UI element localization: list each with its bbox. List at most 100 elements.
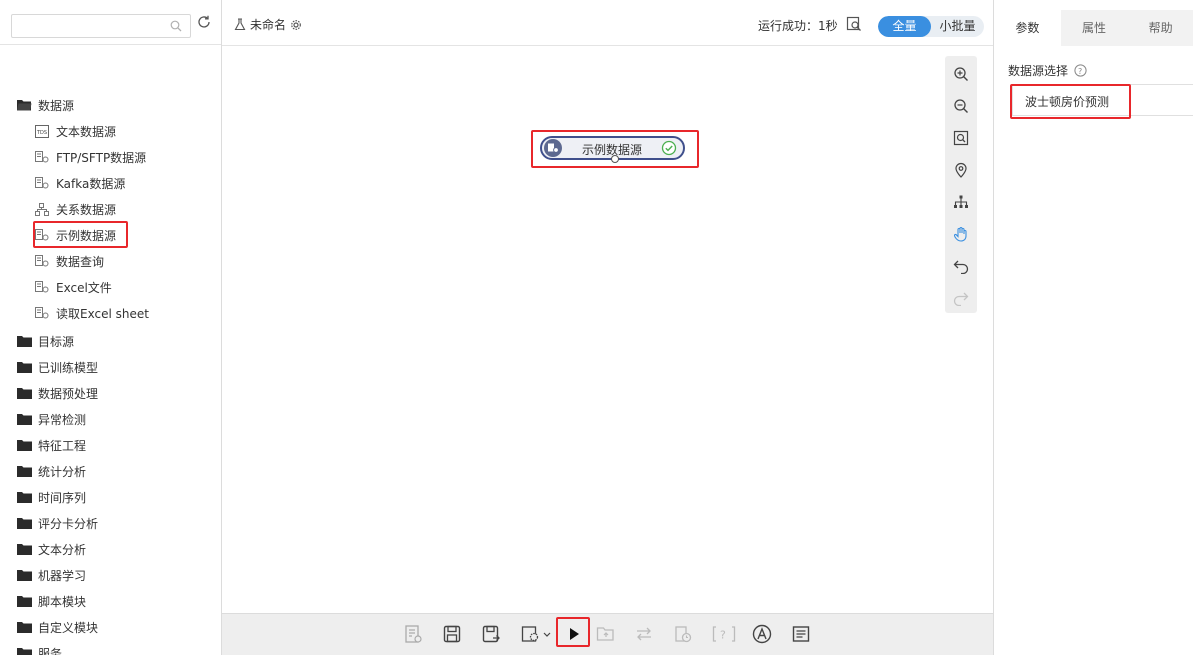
tree-category-custom-modules[interactable]: 自定义模块 <box>17 617 98 637</box>
run-status-text: 运行成功：1秒 <box>758 19 838 33</box>
annotation-circle-a-icon[interactable] <box>752 624 772 644</box>
tab-attributes[interactable]: 属性 <box>1061 10 1128 46</box>
tree-category-scorecard[interactable]: 评分卡分析 <box>17 513 98 533</box>
datasource-icon <box>35 176 49 188</box>
redo-icon[interactable] <box>953 290 969 306</box>
mode-full-button[interactable]: 全量 <box>878 16 931 37</box>
run-mode-toggle: 全量 小批量 <box>878 16 984 37</box>
tree-item-label: Excel文件 <box>56 280 112 295</box>
run-button-highlight <box>556 617 590 647</box>
tree-category-trained-models[interactable]: 已训练模型 <box>17 357 98 377</box>
flask-icon <box>234 18 246 31</box>
search-input[interactable] <box>12 15 162 37</box>
run-settings-dropdown-icon[interactable] <box>520 624 552 644</box>
tree-category-label: 统计分析 <box>38 464 87 479</box>
app: 数据源 TDS 文本数据源 FTP/SFTP数据源 Kafka数据源 关系数据源… <box>0 0 1193 655</box>
save-as-icon[interactable] <box>481 624 501 644</box>
zoom-out-icon[interactable] <box>953 98 969 114</box>
save-icon[interactable] <box>442 624 462 644</box>
properties-doc-icon[interactable] <box>403 624 423 644</box>
success-check-icon <box>661 140 677 156</box>
svg-text:?: ? <box>720 629 726 642</box>
tree-item-read-excel-sheet[interactable]: 读取Excel sheet <box>35 303 149 323</box>
tree-category-label: 服务 <box>38 646 63 655</box>
document-title-text: 未命名 <box>250 18 287 32</box>
tree-category-label: 数据源 <box>38 98 75 113</box>
tab-parameters[interactable]: 参数 <box>994 10 1061 46</box>
node-output-port[interactable] <box>611 155 619 163</box>
text-file-icon: TDS <box>35 124 49 138</box>
tree-item-data-query[interactable]: 数据查询 <box>35 251 104 271</box>
tree-category-anomaly-detection[interactable]: 异常检测 <box>17 409 86 429</box>
tree-item-relational-datasource[interactable]: 关系数据源 <box>35 199 116 219</box>
tab-help[interactable]: 帮助 <box>1127 10 1193 46</box>
datasource-icon <box>35 306 49 318</box>
folder-icon <box>17 440 32 451</box>
settings-gear-icon[interactable] <box>290 19 302 31</box>
datasource-icon <box>35 150 49 162</box>
folder-icon <box>17 622 32 633</box>
tree-category-datasource[interactable]: 数据源 <box>17 95 74 115</box>
tree-category-statistics[interactable]: 统计分析 <box>17 461 86 481</box>
tree-category-script-modules[interactable]: 脚本模块 <box>17 591 86 611</box>
locate-pin-icon[interactable] <box>953 162 969 178</box>
component-sidebar: 数据源 TDS 文本数据源 FTP/SFTP数据源 Kafka数据源 关系数据源… <box>0 0 222 655</box>
help-question-icon[interactable]: ? <box>1074 64 1087 77</box>
tree-category-text-analysis[interactable]: 文本分析 <box>17 539 86 559</box>
mode-batch-button[interactable]: 小批量 <box>931 16 984 37</box>
tree-category-services[interactable]: 服务 <box>17 643 62 655</box>
tree-item-label: Kafka数据源 <box>56 176 126 191</box>
folder-icon <box>17 570 32 581</box>
datasource-node-icon <box>544 139 562 157</box>
tree-category-time-series[interactable]: 时间序列 <box>17 487 86 507</box>
tree-category-preprocessing[interactable]: 数据预处理 <box>17 383 98 403</box>
tree-category-machine-learning[interactable]: 机器学习 <box>17 565 86 585</box>
tree-item-excel-file[interactable]: Excel文件 <box>35 277 112 297</box>
help-bracket-icon[interactable]: ? <box>712 624 736 644</box>
datasource-field-highlight <box>1010 84 1131 119</box>
workflow-node-sample-datasource[interactable]: 示例数据源 <box>540 136 685 163</box>
folder-icon <box>17 362 32 373</box>
tree-item-kafka-datasource[interactable]: Kafka数据源 <box>35 173 125 193</box>
zoom-in-icon[interactable] <box>953 66 969 82</box>
folder-icon <box>17 466 32 477</box>
tree-item-text-datasource[interactable]: TDS 文本数据源 <box>35 121 116 141</box>
tree-item-label: 数据查询 <box>56 254 105 269</box>
document-title[interactable]: 未命名 <box>234 16 302 33</box>
tree-category-label: 已训练模型 <box>38 360 99 375</box>
datasource-icon <box>35 254 49 266</box>
schedule-icon[interactable] <box>673 624 693 644</box>
text-note-icon[interactable] <box>791 624 811 644</box>
search-field[interactable] <box>11 14 191 38</box>
workflow-canvas[interactable]: 示例数据源 <box>222 46 993 613</box>
refresh-icon[interactable] <box>196 14 212 30</box>
export-folder-icon[interactable] <box>596 624 616 644</box>
tree-item-label: FTP/SFTP数据源 <box>56 150 147 165</box>
tree-category-label: 异常检测 <box>38 412 87 427</box>
folder-icon <box>17 544 32 555</box>
folder-icon <box>17 648 32 655</box>
sync-arrows-icon[interactable] <box>634 624 654 644</box>
tree-category-label: 机器学习 <box>38 568 87 583</box>
auto-layout-icon[interactable] <box>953 194 969 210</box>
canvas-zoom-toolbar <box>945 56 977 313</box>
field-label-text: 数据源选择 <box>1008 64 1069 78</box>
folder-icon <box>17 336 32 347</box>
canvas-bottom-toolbar: ? <box>222 613 993 655</box>
folder-icon <box>17 518 32 529</box>
tree-category-label: 文本分析 <box>38 542 87 557</box>
pan-hand-icon[interactable] <box>953 226 969 242</box>
svg-text:?: ? <box>1078 67 1082 76</box>
tree-category-feature-engineering[interactable]: 特征工程 <box>17 435 86 455</box>
search-icon[interactable] <box>170 20 182 32</box>
sidebar-search-row <box>0 0 221 45</box>
tree-item-ftp-datasource[interactable]: FTP/SFTP数据源 <box>35 147 146 167</box>
tree-category-label: 目标源 <box>38 334 75 349</box>
svg-text:TDS: TDS <box>36 130 47 136</box>
tree-category-target-source[interactable]: 目标源 <box>17 331 74 351</box>
tree-category-label: 评分卡分析 <box>38 516 99 531</box>
tree-item-label: 文本数据源 <box>56 124 117 139</box>
fit-view-icon[interactable] <box>953 130 969 146</box>
undo-icon[interactable] <box>953 258 969 274</box>
run-log-icon[interactable] <box>846 16 862 32</box>
